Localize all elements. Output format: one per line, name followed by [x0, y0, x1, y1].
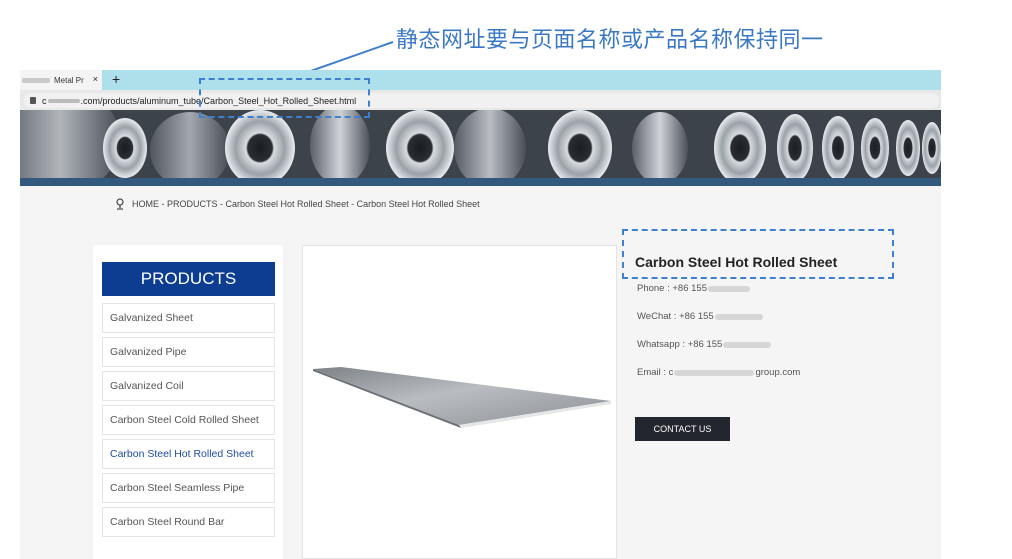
contact-us-button[interactable]: CONTACT US	[635, 417, 730, 441]
email-prefix: Email : c	[637, 367, 674, 378]
email-redaction	[674, 369, 755, 376]
url-redaction	[47, 98, 80, 103]
browser-tab-bar: Metal Pr × +	[20, 70, 941, 90]
sidebar-item-round-bar[interactable]: Carbon Steel Round Bar	[102, 507, 275, 537]
product-image-frame	[302, 245, 617, 559]
phone-redaction	[708, 285, 750, 292]
annotation-text: 静态网址要与页面名称或产品名称保持同一	[396, 28, 824, 53]
lock-icon	[30, 97, 36, 104]
url-highlight-box	[199, 78, 370, 118]
sidebar-item-cold-rolled-sheet[interactable]: Carbon Steel Cold Rolled Sheet	[102, 405, 275, 435]
whatsapp-redaction	[723, 341, 772, 348]
tab-favicon-blur	[22, 77, 50, 83]
whatsapp-line: Whatsapp : +86 155	[637, 339, 772, 350]
wechat-line: WeChat : +86 155	[637, 311, 764, 322]
browser-tab[interactable]: Metal Pr ×	[20, 70, 102, 90]
phone-text: Phone : +86 155	[637, 283, 707, 294]
sidebar-item-galvanized-coil[interactable]: Galvanized Coil	[102, 371, 275, 401]
email-suffix: group.com	[755, 367, 801, 378]
sidebar-item-galvanized-pipe[interactable]: Galvanized Pipe	[102, 337, 275, 367]
wechat-redaction	[714, 313, 763, 320]
location-pin-icon	[116, 198, 124, 210]
address-bar: c .com/products/aluminum_tube/Carbon_Ste…	[20, 90, 941, 110]
wechat-text: WeChat : +86 155	[637, 311, 714, 322]
steel-sheet-image[interactable]	[311, 361, 611, 431]
breadcrumb: HOME - PRODUCTS - Carbon Steel Hot Rolle…	[116, 198, 480, 210]
close-icon[interactable]: ×	[93, 74, 98, 84]
title-highlight-box	[622, 229, 894, 279]
phone-line: Phone : +86 155	[637, 283, 751, 294]
tab-title: Metal Pr	[54, 75, 84, 85]
sidebar-item-hot-rolled-sheet[interactable]: Carbon Steel Hot Rolled Sheet	[102, 439, 275, 469]
product-sidebar: PRODUCTS Galvanized Sheet Galvanized Pip…	[93, 245, 283, 559]
steel-coils-image	[20, 110, 941, 186]
sidebar-item-galvanized-sheet[interactable]: Galvanized Sheet	[102, 303, 275, 333]
sidebar-heading: PRODUCTS	[102, 262, 275, 296]
email-line: Email : c group.com	[637, 367, 800, 378]
sidebar-item-seamless-pipe[interactable]: Carbon Steel Seamless Pipe	[102, 473, 275, 503]
new-tab-icon[interactable]: +	[112, 71, 120, 87]
url-prefix: c	[42, 95, 47, 106]
whatsapp-text: Whatsapp : +86 155	[637, 339, 723, 350]
hero-banner	[20, 110, 941, 186]
url-field[interactable]: c .com/products/aluminum_tube/Carbon_Ste…	[24, 93, 939, 108]
breadcrumb-text[interactable]: HOME - PRODUCTS - Carbon Steel Hot Rolle…	[132, 199, 480, 209]
